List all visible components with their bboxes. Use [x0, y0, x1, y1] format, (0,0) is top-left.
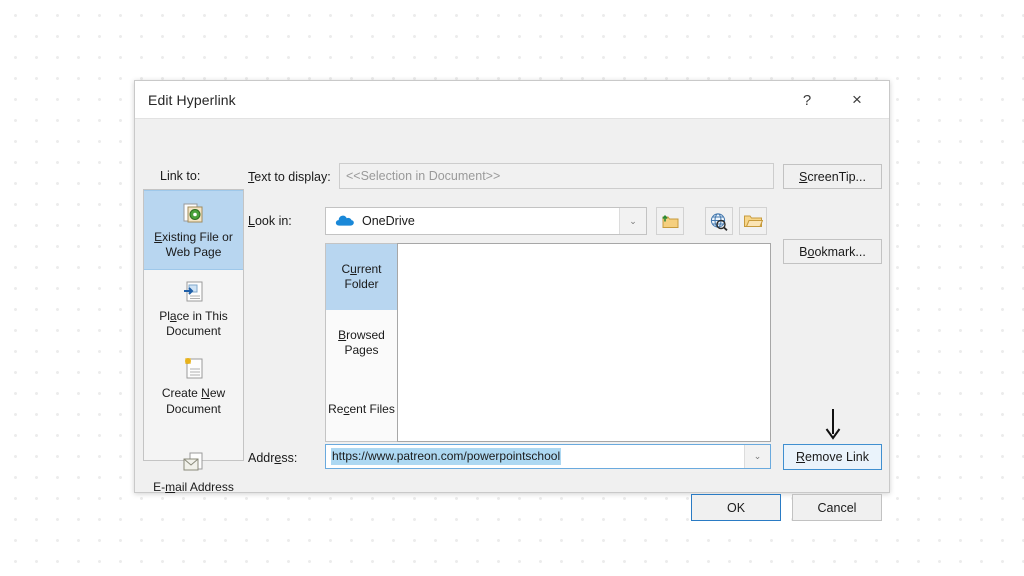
close-glyph: ×: [852, 90, 862, 110]
cancel-label: Cancel: [818, 501, 857, 515]
file-list[interactable]: [397, 243, 771, 442]
envelope-document-icon: [147, 450, 240, 476]
sidebar-item-existing-file[interactable]: Existing File or Web Page: [144, 190, 243, 270]
chevron-down-icon[interactable]: ⌄: [744, 445, 770, 468]
address-value: https://www.patreon.com/powerpointschool: [331, 448, 561, 465]
up-one-folder-icon[interactable]: [656, 207, 684, 235]
document-star-icon: [147, 356, 240, 382]
ok-label: OK: [727, 501, 745, 515]
onedrive-cloud-icon: [335, 213, 354, 230]
sidebar-item-place-in-document[interactable]: Place in This Document: [144, 270, 243, 348]
sidebar-item-create-new-document[interactable]: Create New Document: [144, 347, 243, 425]
sidebar-item-label: Create New Document: [147, 386, 240, 417]
chevron-down-icon[interactable]: ⌄: [619, 208, 646, 234]
edit-hyperlink-dialog: Edit Hyperlink ? × Link to:: [134, 80, 890, 493]
annotation-down-arrow-icon: [813, 407, 853, 441]
tab-recent-files[interactable]: Recent Files: [326, 377, 397, 443]
screentip-button[interactable]: ScreenTip...: [783, 164, 882, 189]
sidebar-item-label: E-mail Address: [147, 480, 240, 495]
text-to-display-label: Text to display:: [248, 170, 331, 184]
sidebar-item-email-address[interactable]: E-mail Address: [144, 441, 243, 503]
browse-web-icon[interactable]: [705, 207, 733, 235]
look-in-label: Look in:: [248, 214, 292, 228]
help-glyph: ?: [803, 92, 811, 109]
sidebar-item-label: Existing File or Web Page: [147, 230, 240, 261]
browse-file-icon[interactable]: [739, 207, 767, 235]
tab-label: BrowsedPages: [338, 328, 385, 358]
tab-label: CurrentFolder: [341, 262, 381, 292]
cancel-button[interactable]: Cancel: [792, 494, 882, 521]
address-combo[interactable]: https://www.patreon.com/powerpointschool…: [325, 444, 771, 469]
close-icon[interactable]: ×: [837, 81, 877, 119]
dialog-title: Edit Hyperlink: [148, 92, 236, 108]
dialog-titlebar: Edit Hyperlink ? ×: [135, 81, 889, 119]
ok-button[interactable]: OK: [691, 494, 781, 521]
bookmark-label: Bookmark...: [799, 245, 866, 259]
screentip-label: ScreenTip...: [799, 170, 866, 184]
tab-label: Recent Files: [328, 402, 395, 417]
document-globe-icon: [147, 200, 240, 226]
text-to-display-input[interactable]: <<Selection in Document>>: [339, 163, 774, 189]
remove-link-label: Remove Link: [796, 450, 869, 464]
dialog-body: Link to: Existing File or Web Page: [135, 119, 889, 494]
look-in-combo[interactable]: OneDrive ⌄: [325, 207, 647, 235]
document-arrow-icon: [147, 279, 240, 305]
bookmark-button[interactable]: Bookmark...: [783, 239, 882, 264]
link-to-panel: Existing File or Web Page Place in This …: [143, 189, 244, 461]
help-icon[interactable]: ?: [787, 81, 827, 119]
tab-browsed-pages[interactable]: BrowsedPages: [326, 310, 397, 376]
tab-current-folder[interactable]: CurrentFolder: [326, 244, 397, 310]
sidebar-spacer: [144, 425, 243, 441]
text-to-display-value: <<Selection in Document>>: [346, 169, 500, 183]
sidebar-item-label: Place in This Document: [147, 309, 240, 340]
look-in-value: OneDrive: [362, 214, 415, 228]
browse-tabs: CurrentFolder BrowsedPages Recent Files: [325, 243, 397, 442]
link-to-label: Link to:: [160, 169, 200, 183]
remove-link-button[interactable]: Remove Link: [783, 444, 882, 470]
address-label: Address:: [248, 451, 297, 465]
